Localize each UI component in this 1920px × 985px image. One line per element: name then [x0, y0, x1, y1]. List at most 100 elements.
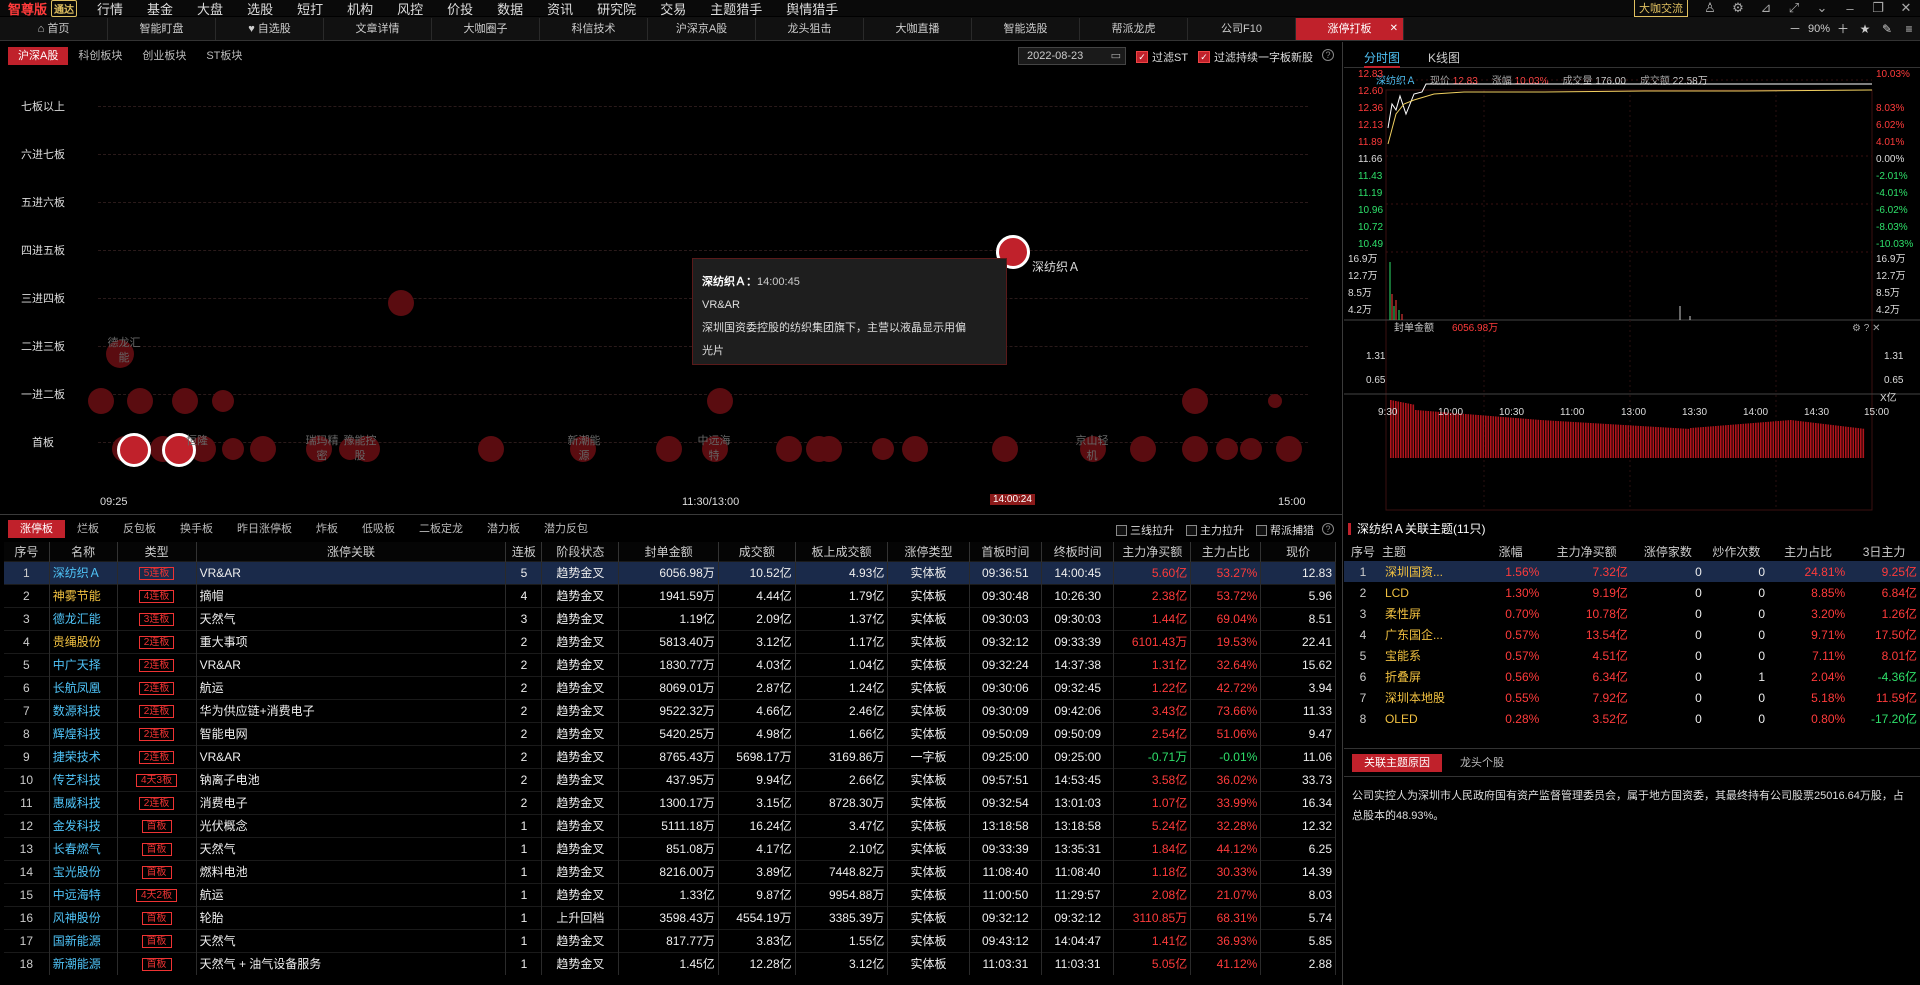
pin-icon[interactable]: ⊿: [1752, 0, 1780, 16]
column-header[interactable]: 主力占比: [1768, 542, 1848, 561]
menu-item[interactable]: 短打: [285, 0, 335, 18]
tab-daka-circle[interactable]: 大咖圈子: [432, 17, 540, 40]
close-icon[interactable]: ✕: [1390, 18, 1398, 40]
tab-limit-up[interactable]: 涨停打板 ✕: [1296, 17, 1404, 40]
tab-broken-board[interactable]: 烂板: [65, 520, 111, 538]
stock-bubble[interactable]: [1268, 394, 1282, 408]
market-chuangye[interactable]: 创业板块: [132, 47, 196, 65]
tab-watchlist[interactable]: ♥ 自选股: [216, 17, 324, 40]
tab-low-buy-board[interactable]: 低吸板: [350, 520, 407, 538]
menu-item[interactable]: 选股: [235, 0, 285, 18]
toggle-gang-hunt[interactable]: 帮派捕猎: [1256, 522, 1314, 538]
theme-row[interactable]: 3 柔性屏 0.70% 10.78亿 0 0 3.20% 1.26亿: [1344, 603, 1920, 624]
settings-icon[interactable]: ⚙ ? ✕: [1852, 324, 1880, 334]
table-row[interactable]: 11 惠威科技 2连板 消费电子 2 趋势金叉 1300.17万 3.15亿 8728.30万实…: [4, 790, 1336, 814]
table-row[interactable]: 16 风神股份 首板 轮胎 1 上升回档 3598.43万 4554.19万 3385.39万实…: [4, 905, 1336, 929]
menu-item[interactable]: 主题猎手: [698, 0, 774, 18]
column-header[interactable]: 3日主力: [1848, 542, 1920, 561]
column-header[interactable]: 炒作次数: [1705, 542, 1768, 561]
expand-icon[interactable]: ⤢: [1780, 0, 1808, 16]
menu-item[interactable]: 行情: [85, 0, 135, 18]
column-header[interactable]: 涨幅: [1479, 542, 1542, 561]
close-icon[interactable]: ✕: [1892, 0, 1920, 16]
toggle-three-line[interactable]: 三线拉升: [1116, 522, 1174, 538]
help-icon[interactable]: ?: [1322, 49, 1334, 61]
dakajiaoliu-button[interactable]: 大咖交流: [1634, 0, 1688, 17]
column-header[interactable]: 涨停关联: [196, 542, 507, 561]
menu-item[interactable]: 舆情猎手: [774, 0, 850, 18]
column-header[interactable]: 现价: [1260, 542, 1336, 561]
theme-row[interactable]: 2 LCD 1.30% 9.19亿 0 0 8.85% 6.84亿: [1344, 582, 1920, 603]
theme-row[interactable]: 1 深圳国资... 1.56% 7.32亿 0 0 24.81% 9.25亿: [1344, 561, 1920, 582]
chevron-down-icon[interactable]: ⌄: [1808, 0, 1836, 16]
star-icon[interactable]: ★: [1854, 22, 1876, 36]
market-kechuang[interactable]: 科创板块: [68, 47, 132, 65]
tab-smart-watch[interactable]: 智能盯盘: [108, 17, 216, 40]
stock-bubble[interactable]: [127, 388, 153, 414]
theme-row[interactable]: 4 广东国企... 0.57% 13.54亿 0 0 9.71% 17.50亿: [1344, 624, 1920, 645]
table-row[interactable]: 13 长春燃气 首板 天然气 1 趋势金叉 851.08万 4.17亿 2.10亿 实体板 09:3…: [4, 836, 1336, 860]
tab-leader-stocks[interactable]: 龙头个股: [1448, 754, 1516, 772]
stock-bubble[interactable]: [478, 436, 504, 462]
theme-row[interactable]: 8 OLED 0.28% 3.52亿 0 0 0.80% -17.20亿: [1344, 708, 1920, 729]
theme-row[interactable]: 6 折叠屏 0.56% 6.34亿 0 1 2.04% -4.36亿: [1344, 666, 1920, 687]
stock-bubble[interactable]: [222, 438, 244, 460]
menu-item[interactable]: 研究院: [585, 0, 648, 18]
menu-item[interactable]: 机构: [335, 0, 385, 18]
zoom-in-icon[interactable]: ＋: [1832, 20, 1854, 37]
column-header[interactable]: 终板时间: [1041, 542, 1115, 561]
column-header[interactable]: 板上成交额: [795, 542, 889, 561]
menu-item[interactable]: 数据: [485, 0, 535, 18]
restore-icon[interactable]: ❐: [1864, 0, 1892, 16]
table-row[interactable]: 5 中广天择 2连板 VR&AR 2 趋势金叉 1830.77万 4.03亿 1.04亿 实体板 0…: [4, 652, 1336, 676]
column-header[interactable]: 序号: [4, 542, 50, 561]
stock-bubble[interactable]: [1182, 436, 1208, 462]
column-header[interactable]: 主力净买额: [1542, 542, 1631, 561]
edit-icon[interactable]: ✎: [1876, 22, 1898, 36]
menu-item[interactable]: 资讯: [535, 0, 585, 18]
column-header[interactable]: 序号: [1344, 542, 1382, 561]
stock-bubble[interactable]: [172, 388, 198, 414]
tab-related-reason[interactable]: 关联主题原因: [1352, 754, 1442, 772]
column-header[interactable]: 阶段状态: [541, 542, 620, 561]
table-row[interactable]: 4 贵绳股份 2连板 重大事项 2 趋势金叉 5813.40万 3.12亿 1.17亿 实体板 09…: [4, 629, 1336, 653]
stock-bubble[interactable]: [902, 436, 928, 462]
tab-yesterday-board[interactable]: 昨日涨停板: [225, 520, 304, 538]
stock-bubble[interactable]: [992, 436, 1018, 462]
menu-item[interactable]: 风控: [385, 0, 435, 18]
tab-a-shares[interactable]: 沪深京A股: [648, 17, 756, 40]
stock-bubble[interactable]: [1130, 436, 1156, 462]
table-row[interactable]: 3 德龙汇能 3连板 天然气 3 趋势金叉 1.19亿 2.09亿 1.37亿 实体板 09:30:…: [4, 606, 1336, 630]
help-icon[interactable]: ?: [1322, 523, 1334, 535]
tab-gang-dragon[interactable]: 帮派龙虎: [1080, 17, 1188, 40]
stock-bubble[interactable]: [1276, 436, 1302, 462]
menu-item[interactable]: 价投: [435, 0, 485, 18]
tab-limit-up-board[interactable]: 涨停板: [8, 520, 65, 538]
table-row[interactable]: 15 中远海特 4天2板 航运 1 趋势金叉 1.33亿 9.87亿 9954.88万 实体板 11…: [4, 882, 1336, 906]
column-header[interactable]: 封单金额: [618, 542, 719, 561]
stock-bubble[interactable]: [1182, 388, 1208, 414]
table-row[interactable]: 1 深纺织Ａ 5连板 VR&AR 5 趋势金叉 6056.98万 10.52亿 4.93亿 实体板…: [4, 560, 1336, 584]
column-header[interactable]: 主力净买额: [1113, 542, 1192, 561]
zoom-out-icon[interactable]: －: [1784, 20, 1806, 37]
tab-smart-select[interactable]: 智能选股: [972, 17, 1080, 40]
table-row[interactable]: 7 数源科技 2连板 华为供应链+消费电子 2 趋势金叉 9522.32万 4.66亿 2.46…: [4, 698, 1336, 722]
table-row[interactable]: 6 长航凤凰 2连板 航运 2 趋势金叉 8069.01万 2.87亿 1.24亿 实体板 09:3…: [4, 675, 1336, 699]
stock-bubble[interactable]: [212, 390, 234, 412]
table-row[interactable]: 2 神雾节能 4连板 摘帽 4 趋势金叉 1941.59万 4.44亿 1.79亿 实体板 09:3…: [4, 583, 1336, 607]
tab-home[interactable]: ⌂ 首页: [0, 17, 108, 40]
tab-second-board[interactable]: 二板定龙: [407, 520, 475, 538]
user-icon[interactable]: ♙: [1696, 0, 1724, 16]
column-header[interactable]: 连板: [505, 542, 543, 561]
menu-icon[interactable]: ≡: [1898, 22, 1920, 36]
table-row[interactable]: 12 金发科技 首板 光伏概念 1 趋势金叉 5111.18万 16.24亿 3.47亿 实体板 1…: [4, 813, 1336, 837]
table-row[interactable]: 17 国新能源 首板 天然气 1 趋势金叉 817.77万 3.83亿 1.55亿 实体板 09:4…: [4, 928, 1336, 952]
column-header[interactable]: 成交额: [718, 542, 796, 561]
minimize-icon[interactable]: –: [1836, 1, 1864, 16]
stock-bubble[interactable]: [1216, 438, 1238, 460]
market-st[interactable]: ST板块: [196, 47, 252, 65]
gear-icon[interactable]: ⚙: [1724, 0, 1752, 16]
filter-new-checkbox[interactable]: ✓ 过滤持续一字板新股: [1198, 49, 1313, 65]
tab-kexin[interactable]: 科信技术: [540, 17, 648, 40]
menu-item[interactable]: 交易: [648, 0, 698, 18]
